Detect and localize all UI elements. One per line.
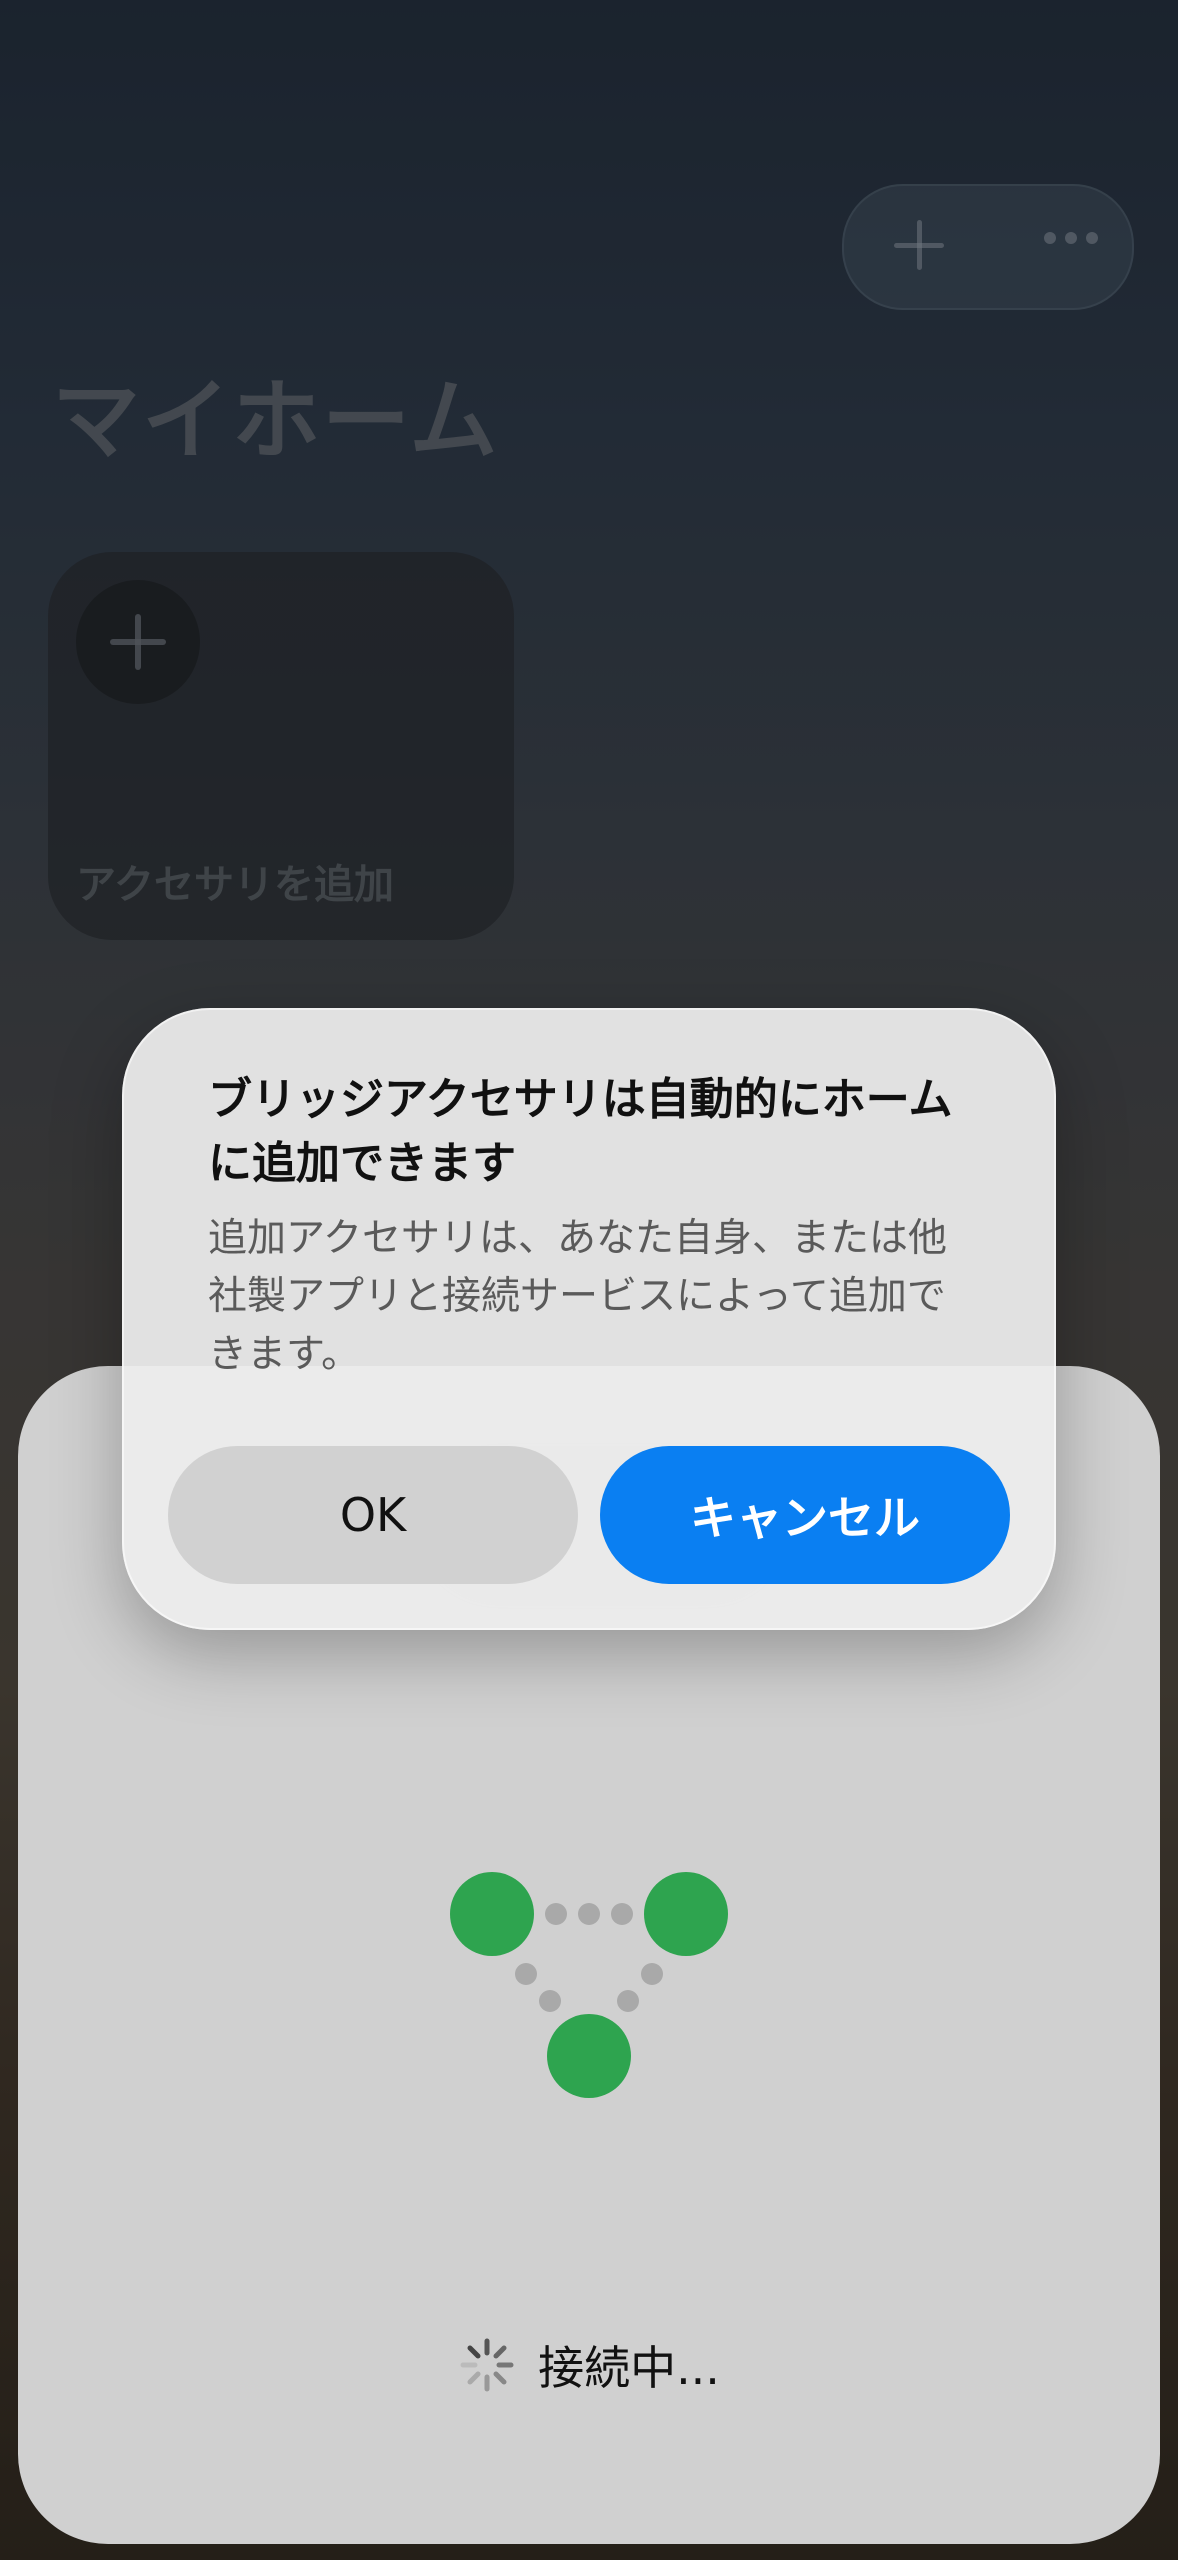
status-text: 接続中...	[538, 2341, 720, 2395]
network-dot	[515, 1963, 537, 1985]
add-accessory-card[interactable]: アクセサリを追加	[48, 552, 514, 940]
connection-status: 接続中...	[18, 2332, 1160, 2398]
network-dot	[611, 1903, 633, 1925]
ok-button[interactable]: OK	[168, 1446, 578, 1584]
network-node	[644, 1872, 728, 1956]
more-icon[interactable]	[1044, 232, 1098, 244]
network-dot	[617, 1990, 639, 2012]
network-node	[547, 2014, 631, 2098]
network-dot	[578, 1903, 600, 1925]
page-title: マイホーム	[52, 369, 500, 472]
plus-icon	[76, 580, 200, 704]
spinner-icon	[460, 2338, 514, 2392]
alert-dialog: ブリッジアクセサリは自動的にホームに追加できます 追加アクセサリは、あなた自身、…	[122, 1008, 1056, 1630]
add-accessory-label: アクセサリを追加	[76, 862, 394, 908]
plus-icon[interactable]	[884, 210, 954, 280]
cancel-button[interactable]: キャンセル	[600, 1446, 1010, 1584]
network-dot	[641, 1963, 663, 1985]
home-header-actions	[842, 184, 1134, 310]
network-dot	[539, 1990, 561, 2012]
network-dot	[545, 1903, 567, 1925]
alert-message: 追加アクセサリは、あなた自身、または他社製アプリと接続サービスによって追加できま…	[208, 1216, 948, 1377]
alert-title: ブリッジアクセサリは自動的にホームに追加できます	[208, 1074, 953, 1189]
network-node	[450, 1872, 534, 1956]
